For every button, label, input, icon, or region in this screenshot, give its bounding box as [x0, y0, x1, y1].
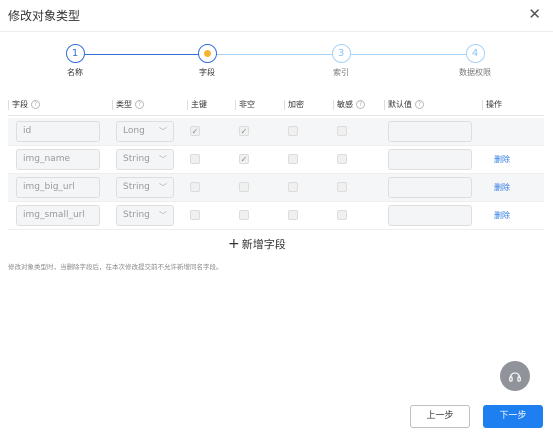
field-name-input[interactable]: img_name: [16, 149, 100, 170]
encrypt-checkbox[interactable]: [288, 182, 298, 192]
col-default: 默认值?: [384, 99, 424, 110]
hint-text: 修改对象类型时，当删除字段后，在本次修改提交前不允许新增同名字段。: [8, 263, 223, 271]
field-name-input[interactable]: img_small_url: [16, 205, 100, 226]
table-row: img_big_url String ﹀ 删除: [8, 174, 544, 202]
col-action: 操作: [482, 99, 502, 110]
next-step-button[interactable]: 下一步: [483, 405, 543, 428]
dialog-header: 修改对象类型 ✕: [0, 0, 553, 32]
pk-checkbox[interactable]: [190, 154, 200, 164]
table-row: img_small_url String ﹀ 删除: [8, 202, 544, 230]
table-header: 字段? 类型? 主键 非空 加密 敏感? 默认值? 操作: [8, 96, 544, 116]
col-pk: 主键: [187, 99, 207, 110]
pk-checkbox[interactable]: [190, 182, 200, 192]
table-row: img_name String ﹀ ✓ 删除: [8, 146, 544, 174]
sensitive-checkbox[interactable]: [337, 126, 347, 136]
question-circle-icon[interactable]: ?: [356, 100, 365, 109]
question-circle-icon[interactable]: ?: [135, 100, 144, 109]
step-label: 数据权限: [459, 68, 491, 77]
pk-checkbox[interactable]: [190, 210, 200, 220]
chevron-down-icon: ﹀: [159, 155, 167, 164]
type-select[interactable]: String ﹀: [116, 177, 174, 198]
chevron-down-icon: ﹀: [159, 183, 167, 192]
step-label: 名称: [67, 68, 83, 77]
step-1: 1 名称: [30, 44, 120, 78]
pk-checkbox[interactable]: ✓: [190, 126, 200, 136]
encrypt-checkbox[interactable]: [288, 154, 298, 164]
type-select[interactable]: String ﹀: [116, 205, 174, 226]
step-4: 4 数据权限: [430, 44, 520, 78]
col-encrypt: 加密: [284, 99, 304, 110]
chevron-down-icon: ﹀: [159, 211, 167, 220]
table-row: id Long ﹀ ✓ ✓: [8, 118, 544, 146]
delete-link[interactable]: 删除: [494, 210, 510, 221]
encrypt-checkbox[interactable]: [288, 126, 298, 136]
add-field-label: 新增字段: [241, 238, 286, 251]
notnull-checkbox[interactable]: ✓: [239, 126, 249, 136]
notnull-checkbox[interactable]: [239, 210, 249, 220]
step-2: 字段: [162, 44, 252, 78]
step-label: 索引: [333, 68, 349, 77]
step-current-indicator: [197, 44, 217, 63]
step-3: 3 索引: [296, 44, 386, 78]
close-icon[interactable]: ✕: [528, 5, 541, 23]
type-select[interactable]: Long ﹀: [116, 121, 174, 142]
encrypt-checkbox[interactable]: [288, 210, 298, 220]
dialog-title: 修改对象类型: [8, 9, 81, 23]
headset-icon[interactable]: [500, 361, 530, 391]
question-circle-icon[interactable]: ?: [415, 100, 424, 109]
question-circle-icon[interactable]: ?: [31, 100, 40, 109]
sensitive-checkbox[interactable]: [337, 182, 347, 192]
sensitive-checkbox[interactable]: [337, 154, 347, 164]
stepper: 1 名称 字段 3 索引 4 数据权限: [0, 44, 553, 84]
step-number: 1: [65, 44, 85, 63]
step-number: 3: [331, 44, 351, 63]
sensitive-checkbox[interactable]: [337, 210, 347, 220]
field-name-input[interactable]: img_big_url: [16, 177, 100, 198]
col-sensitive: 敏感?: [333, 99, 365, 110]
headset-icon-glyph: [509, 371, 521, 382]
default-value-input[interactable]: [388, 205, 472, 226]
col-notnull: 非空: [235, 99, 255, 110]
default-value-input[interactable]: [388, 177, 472, 198]
plus-icon: +: [228, 236, 240, 252]
prev-step-button[interactable]: 上一步: [410, 405, 470, 428]
field-name-input[interactable]: id: [16, 121, 100, 142]
add-field-button[interactable]: + 新增字段: [228, 236, 286, 252]
default-value-input[interactable]: [388, 121, 472, 142]
delete-link[interactable]: 删除: [494, 182, 510, 193]
delete-link[interactable]: 删除: [494, 154, 510, 165]
chevron-down-icon: ﹀: [159, 127, 167, 136]
col-type: 类型?: [112, 99, 144, 110]
notnull-checkbox[interactable]: [239, 182, 249, 192]
type-select[interactable]: String ﹀: [116, 149, 174, 170]
step-label: 字段: [199, 68, 215, 77]
notnull-checkbox[interactable]: ✓: [239, 154, 249, 164]
step-number: 4: [465, 44, 485, 63]
default-value-input[interactable]: [388, 149, 472, 170]
col-field: 字段?: [8, 99, 40, 110]
